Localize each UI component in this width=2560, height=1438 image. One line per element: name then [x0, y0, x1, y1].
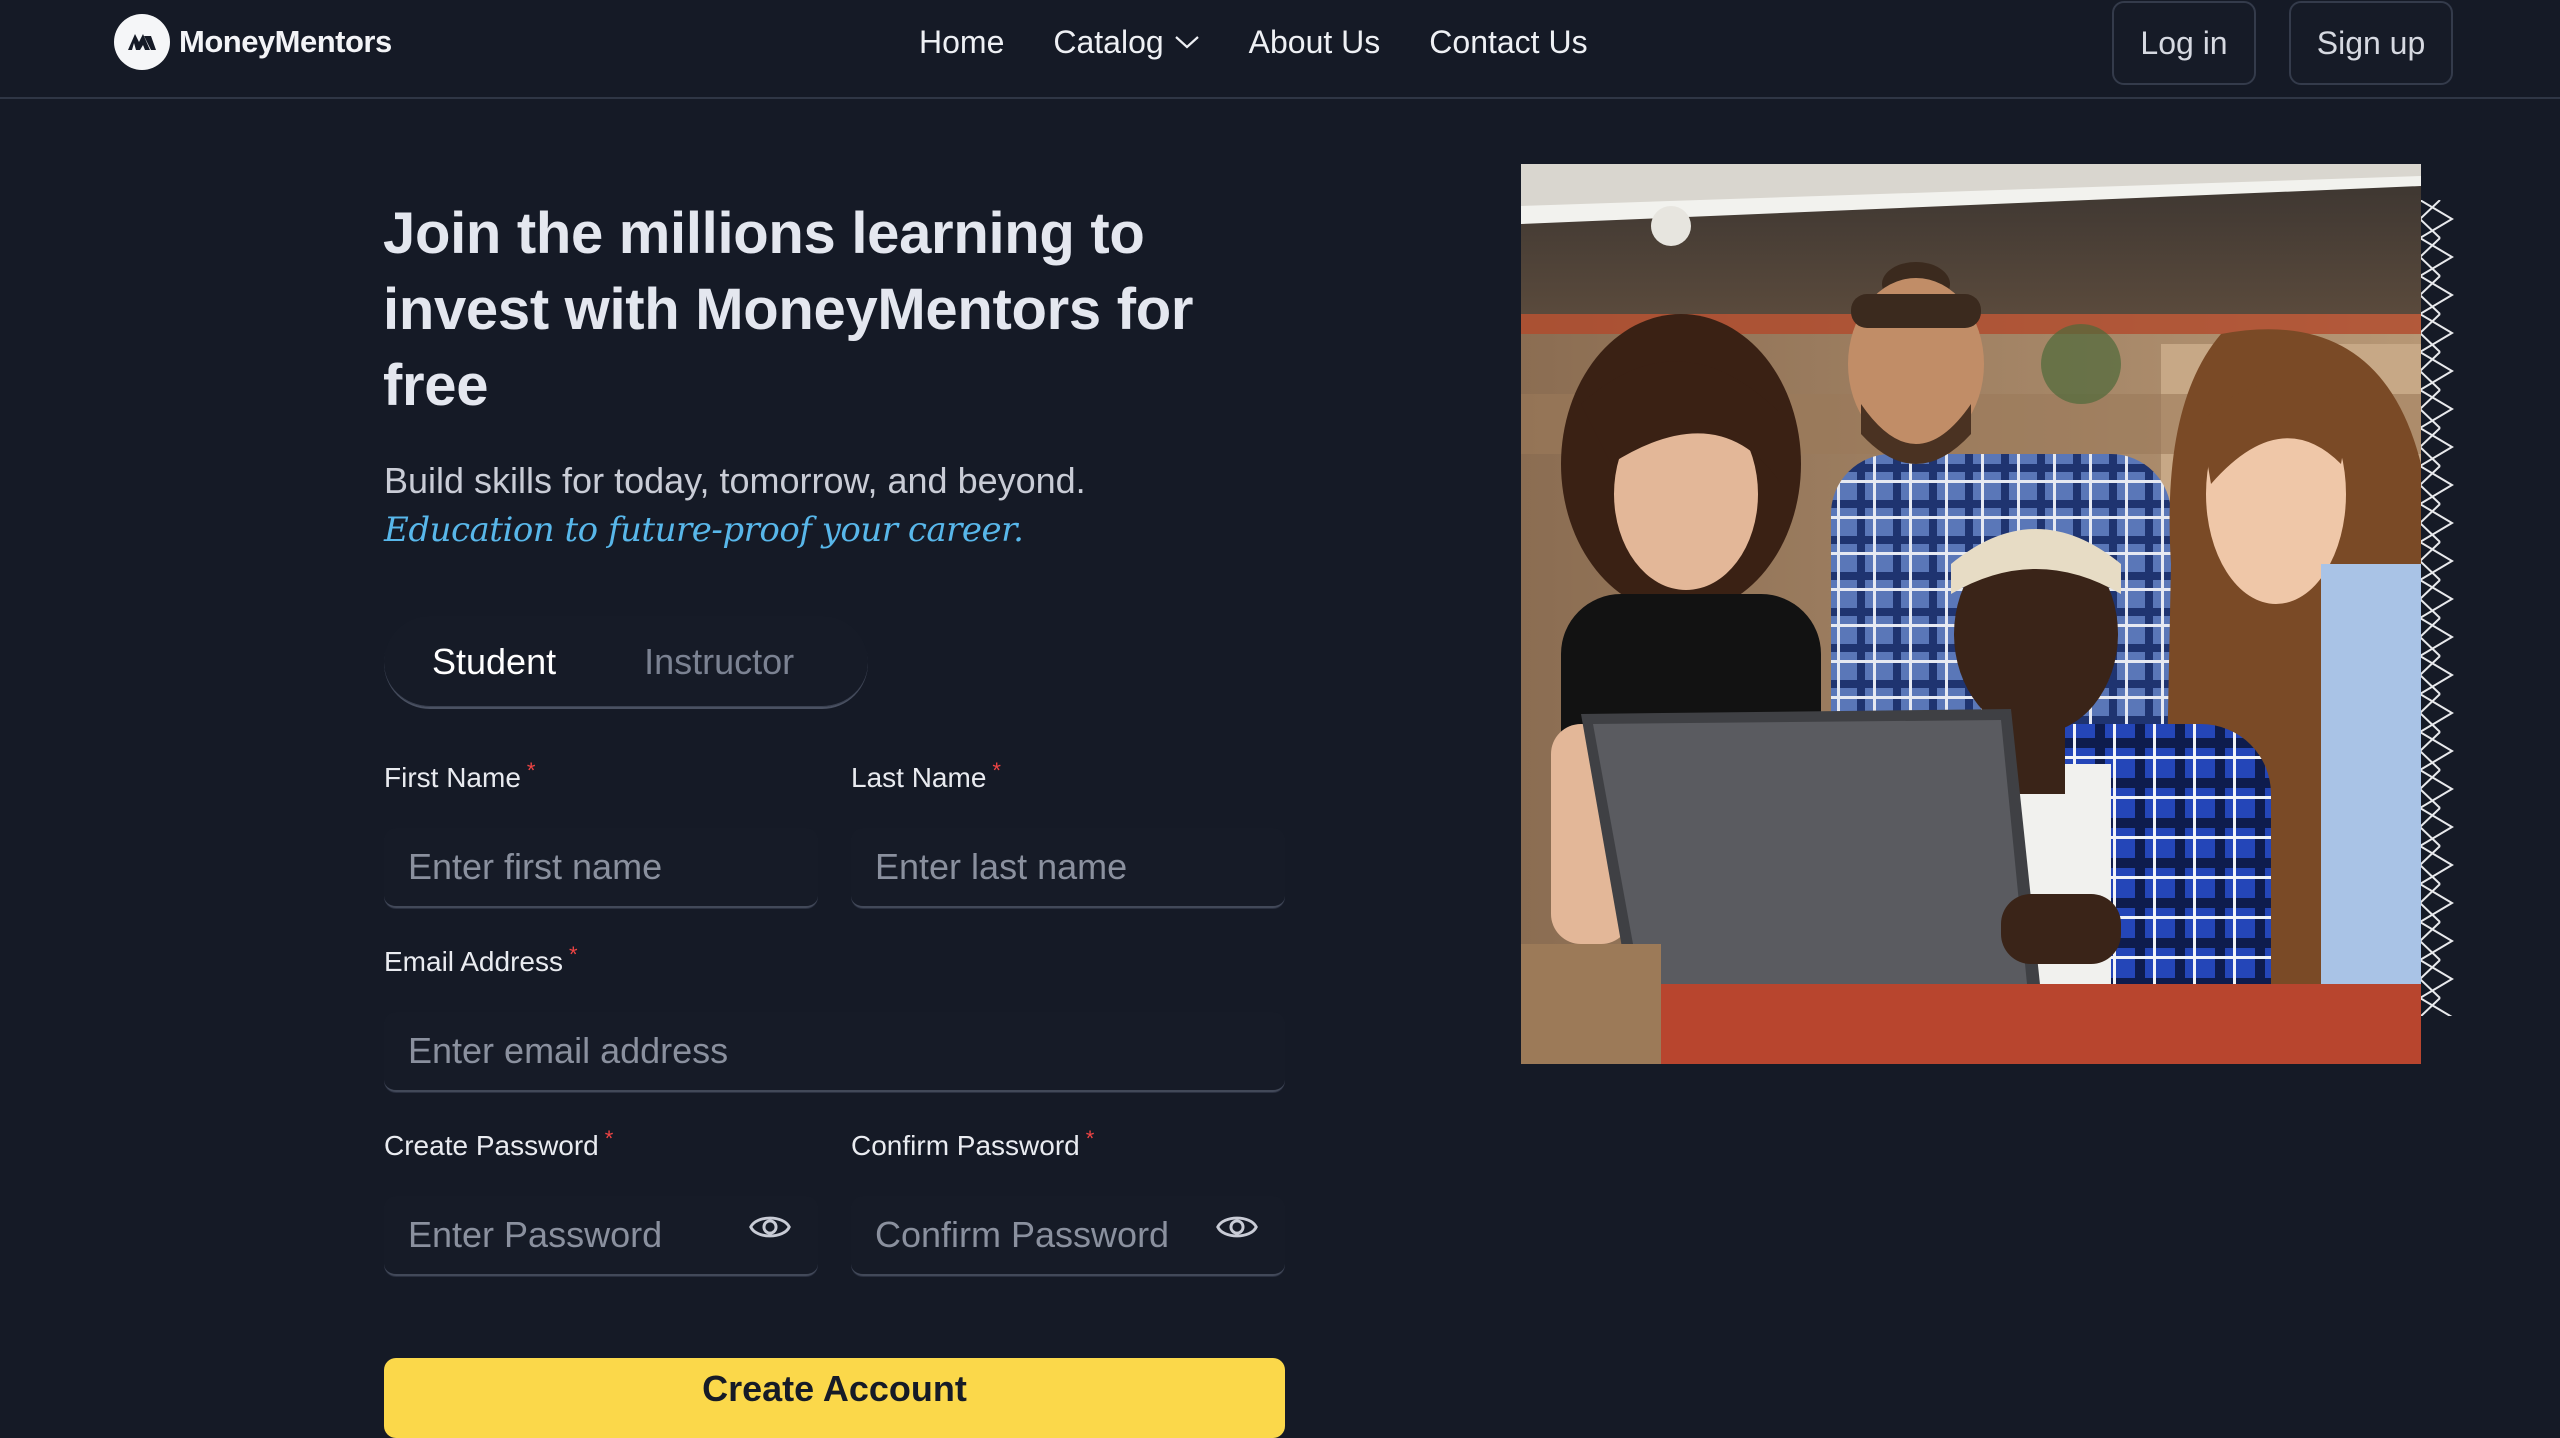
- students-with-laptop-photo: [1521, 164, 2421, 1064]
- required-marker: *: [604, 1126, 614, 1151]
- nav-catalog-label: Catalog: [1053, 23, 1164, 60]
- email-label-text: Email Address: [384, 946, 563, 977]
- first-name-input[interactable]: [384, 828, 818, 908]
- page-tagline: Education to future-proof your career.: [384, 510, 1024, 550]
- chevron-down-icon: [1174, 34, 1200, 50]
- last-name-input[interactable]: [851, 828, 1285, 908]
- top-navbar: MoneyMentors Home Catalog About Us Conta…: [0, 0, 2560, 99]
- money-mentors-logo-icon: [114, 14, 170, 70]
- first-name-label-text: First Name: [384, 762, 521, 793]
- email-input[interactable]: [384, 1012, 1285, 1092]
- last-name-label-text: Last Name: [851, 762, 987, 793]
- email-label: Email Address *: [384, 942, 578, 978]
- create-account-button[interactable]: Create Account: [384, 1358, 1285, 1438]
- tab-student[interactable]: Student: [432, 641, 556, 683]
- password-label-text: Create Password: [384, 1130, 599, 1161]
- required-marker: *: [992, 758, 1001, 783]
- page-title: Join the millions learning to invest wit…: [383, 201, 1194, 418]
- confirm-password-label-text: Confirm Password: [851, 1130, 1080, 1161]
- zigzag-pattern-icon: [2418, 200, 2456, 1016]
- nav-catalog-dropdown[interactable]: Catalog: [1053, 24, 1199, 61]
- page-subtitle: Build skills for today, tomorrow, and be…: [384, 460, 1086, 501]
- eye-icon[interactable]: [1213, 1203, 1261, 1251]
- eye-icon[interactable]: [746, 1203, 794, 1251]
- password-label: Create Password *: [384, 1126, 613, 1162]
- nav-about-link[interactable]: About Us: [1249, 24, 1381, 61]
- last-name-label: Last Name *: [851, 758, 1001, 794]
- role-toggle: Student Instructor: [384, 616, 868, 709]
- nav-contact-link[interactable]: Contact Us: [1429, 24, 1587, 61]
- main-nav: Home Catalog About Us Contact Us: [919, 20, 1588, 64]
- signup-button[interactable]: Sign up: [2289, 1, 2453, 85]
- nav-home-link[interactable]: Home: [919, 24, 1004, 61]
- required-marker: *: [568, 942, 578, 967]
- required-marker: *: [1085, 1126, 1095, 1151]
- brand-name: MoneyMentors: [179, 24, 392, 59]
- brand-home-link[interactable]: MoneyMentors: [114, 14, 392, 70]
- confirm-password-label: Confirm Password *: [851, 1126, 1094, 1162]
- login-button[interactable]: Log in: [2112, 1, 2256, 85]
- tab-instructor[interactable]: Instructor: [644, 641, 794, 683]
- first-name-label: First Name *: [384, 758, 535, 794]
- required-marker: *: [526, 758, 536, 783]
